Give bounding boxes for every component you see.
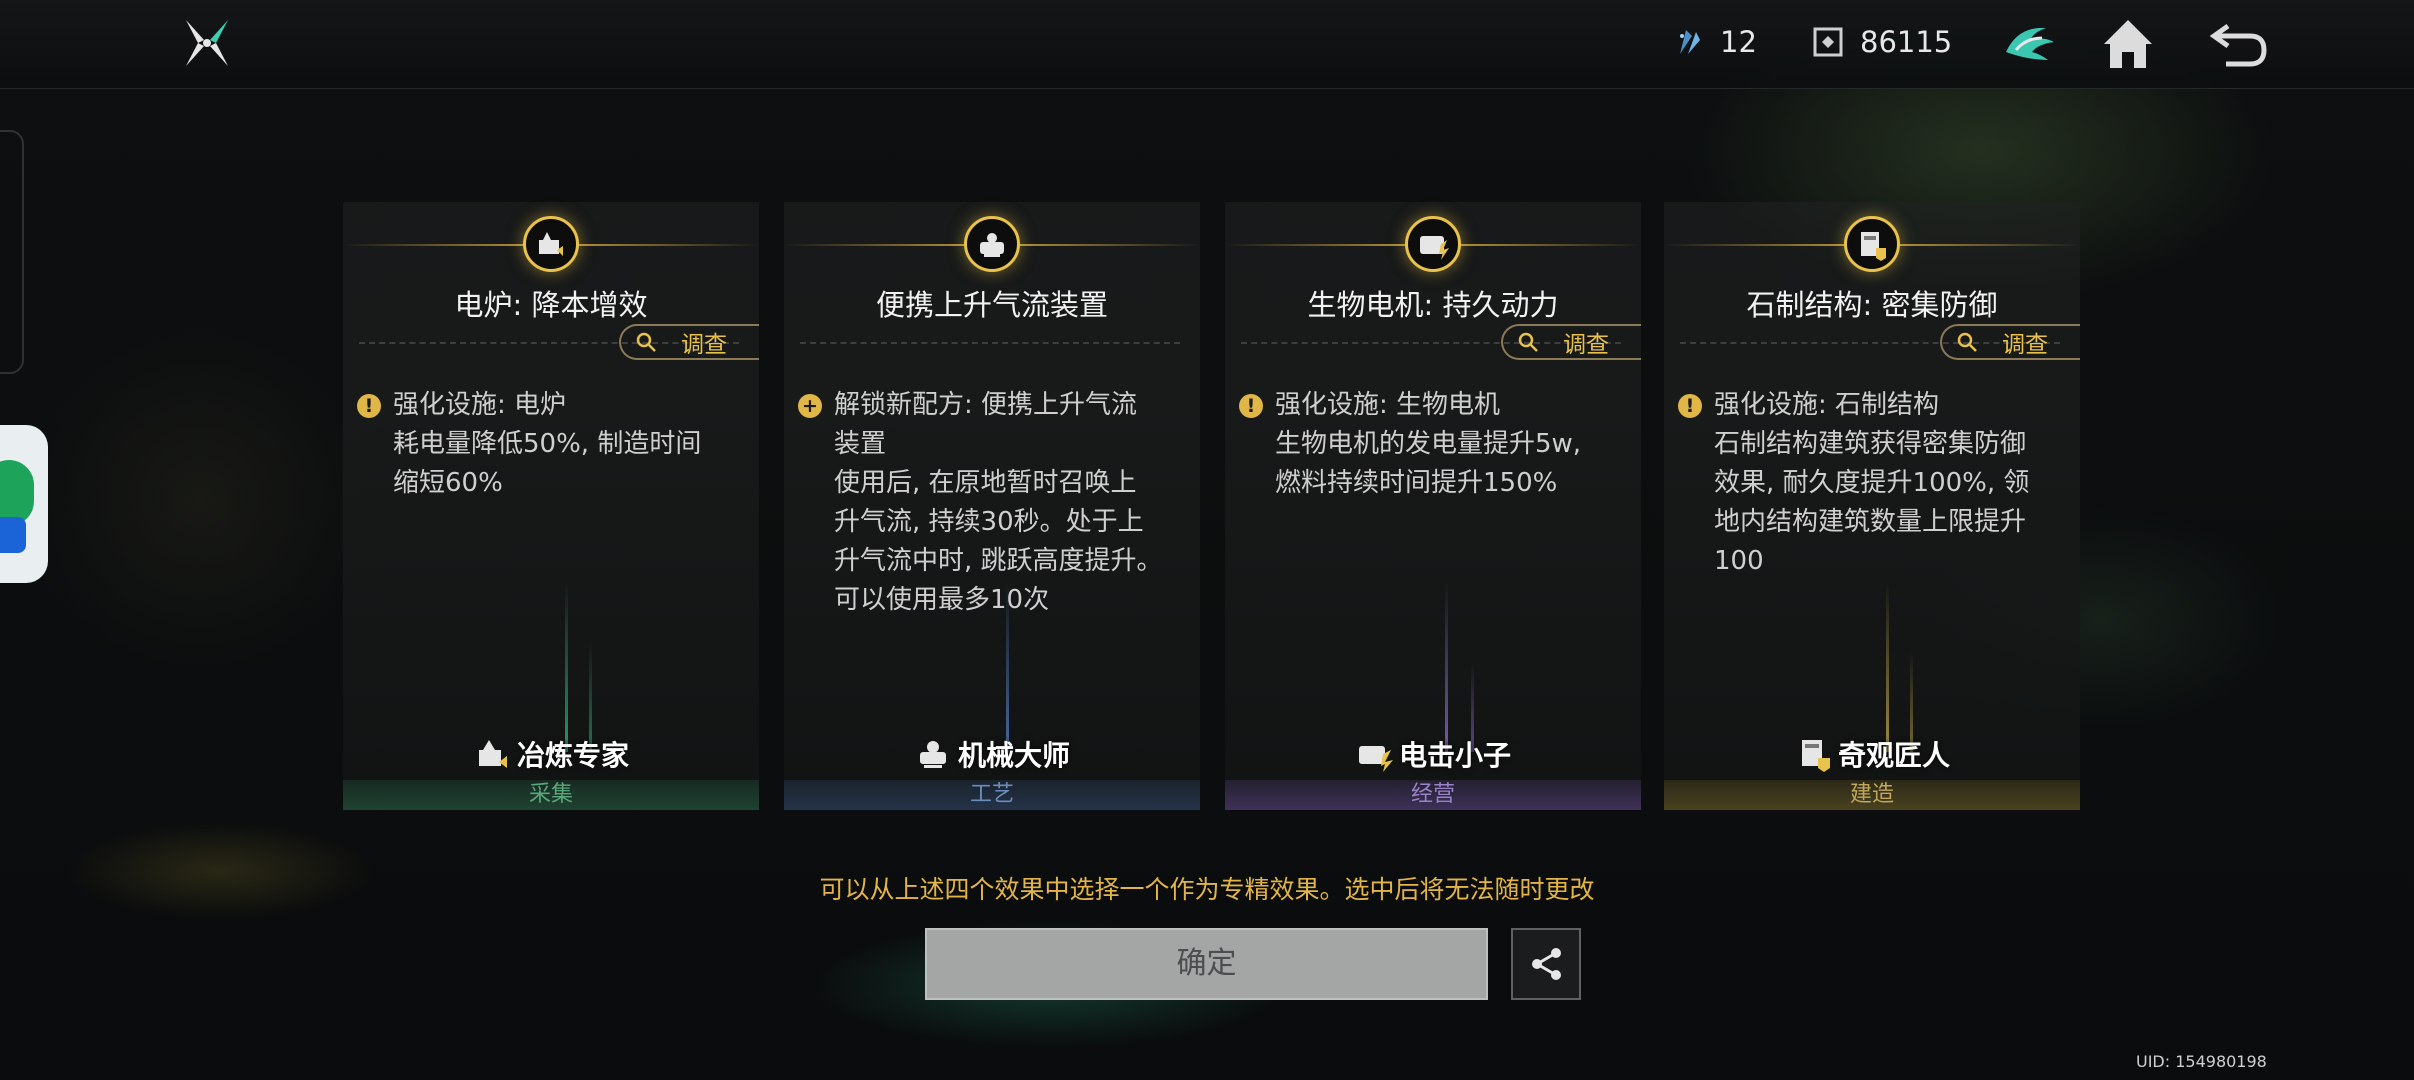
search-icon [1957,332,1977,352]
investigate-button[interactable]: 调查 [619,324,759,360]
smelting-expert-icon [478,740,507,768]
game-logo-icon[interactable] [178,14,236,72]
card-title: 便携上升气流装置 [875,288,1108,322]
card-title: 石制结构: 密集防御 [1746,288,1998,322]
investigate-label: 调查 [681,332,727,358]
floating-app-icon[interactable] [0,425,48,583]
electric-kid-icon [1358,746,1393,772]
stone-structure-icon [1844,216,1900,272]
light-beam [565,582,568,752]
selection-notice: 可以从上述四个效果中选择一个作为专精效果。选中后将无法随时更改 [819,875,1595,904]
role-name: 机械大师 [957,739,1070,772]
card-title: 电炉: 降本增效 [454,288,648,322]
role-name: 冶炼专家 [516,739,629,772]
machine-craft-icon [964,216,1020,272]
shard-currency-icon [1680,30,1700,54]
shard-currency: 12 [1670,22,1757,62]
confirm-button[interactable]: 确定 [925,928,1488,1000]
chip-currency-value: 86115 [1860,25,1953,59]
upgrade-bullet-icon: ! [357,394,381,418]
wing-crest-icon[interactable] [1998,12,2062,76]
role-label: 冶炼专家 [343,734,759,774]
chip-currency: 86115 [1810,22,1952,62]
card-title: 生物电机: 持久动力 [1307,288,1559,322]
home-icon[interactable] [2096,12,2160,76]
upgrade-bullet-icon: ! [1239,394,1263,418]
chip-currency-icon [1813,27,1843,57]
card-description: + 解锁新配方: 便携上升气流 装置 使用后, 在原地暂时召唤上 升气流, 持续… [798,386,1180,620]
card-description: ! 强化设施: 石制结构 石制结构建筑获得密集防御 效果, 耐久度提升100%,… [1678,386,2060,581]
search-icon [636,332,656,352]
card-description: ! 强化设施: 电炉 耗电量降低50%, 制造时间 缩短60% [357,386,739,503]
bio-motor-icon [1405,216,1461,272]
back-icon[interactable] [2208,12,2272,76]
machine-master-icon [919,741,946,768]
card-description: ! 强化设施: 生物电机 生物电机的发电量提升5w, 燃料持续时间提升150% [1239,386,1621,503]
category-label: 经营 [1225,780,1641,810]
investigate-label: 调查 [1563,332,1609,358]
investigate-label: 调查 [2002,332,2048,358]
shard-currency-value: 12 [1720,25,1757,59]
wonder-craftsman-icon [1801,740,1830,772]
investigate-button[interactable]: 调查 [1940,324,2080,360]
card-description-text: 解锁新配方: 便携上升气流 装置 使用后, 在原地暂时召唤上 升气流, 持续30… [834,390,1163,615]
effect-card-electric-furnace[interactable]: 电炉: 降本增效 调查 ! 强化设施: 电炉 耗电量降低50%, 制造时间 缩短… [343,202,759,810]
role-label: 机械大师 [784,734,1200,774]
category-label: 工艺 [784,780,1200,810]
effect-card-updraft-device[interactable]: 便携上升气流装置 + 解锁新配方: 便携上升气流 装置 使用后, 在原地暂时召唤… [784,202,1200,810]
light-beam [1006,582,1009,752]
category-label: 建造 [1664,780,2080,810]
category-label: 采集 [343,780,759,810]
card-description-text: 强化设施: 生物电机 生物电机的发电量提升5w, 燃料持续时间提升150% [1275,390,1582,498]
furnace-upgrade-icon [523,216,579,272]
role-label: 电击小子 [1225,734,1641,774]
divider [800,342,1180,344]
user-id-label: UID: 154980198 [2136,1052,2267,1071]
unlock-bullet-icon: + [798,394,822,418]
role-name: 电击小子 [1398,739,1511,772]
light-beam [1445,582,1448,752]
share-icon [1532,948,1561,980]
top-bar: 12 86115 [0,0,2414,89]
role-label: 奇观匠人 [1664,734,2080,774]
role-name: 奇观匠人 [1837,739,1950,772]
light-beam [1886,582,1889,752]
investigate-button[interactable]: 调查 [1501,324,1641,360]
upgrade-bullet-icon: ! [1678,394,1702,418]
effect-card-stone-structure[interactable]: 石制结构: 密集防御 调查 ! 强化设施: 石制结构 石制结构建筑获得密集防御 … [1664,202,2080,810]
share-button[interactable] [1511,928,1581,1000]
card-description-text: 强化设施: 石制结构 石制结构建筑获得密集防御 效果, 耐久度提升100%, 领… [1714,390,2030,576]
effect-card-bio-motor[interactable]: 生物电机: 持久动力 调查 ! 强化设施: 生物电机 生物电机的发电量提升5w,… [1225,202,1641,810]
side-drawer-handle[interactable] [0,130,24,374]
search-icon [1518,332,1538,352]
card-description-text: 强化设施: 电炉 耗电量降低50%, 制造时间 缩短60% [393,390,702,498]
